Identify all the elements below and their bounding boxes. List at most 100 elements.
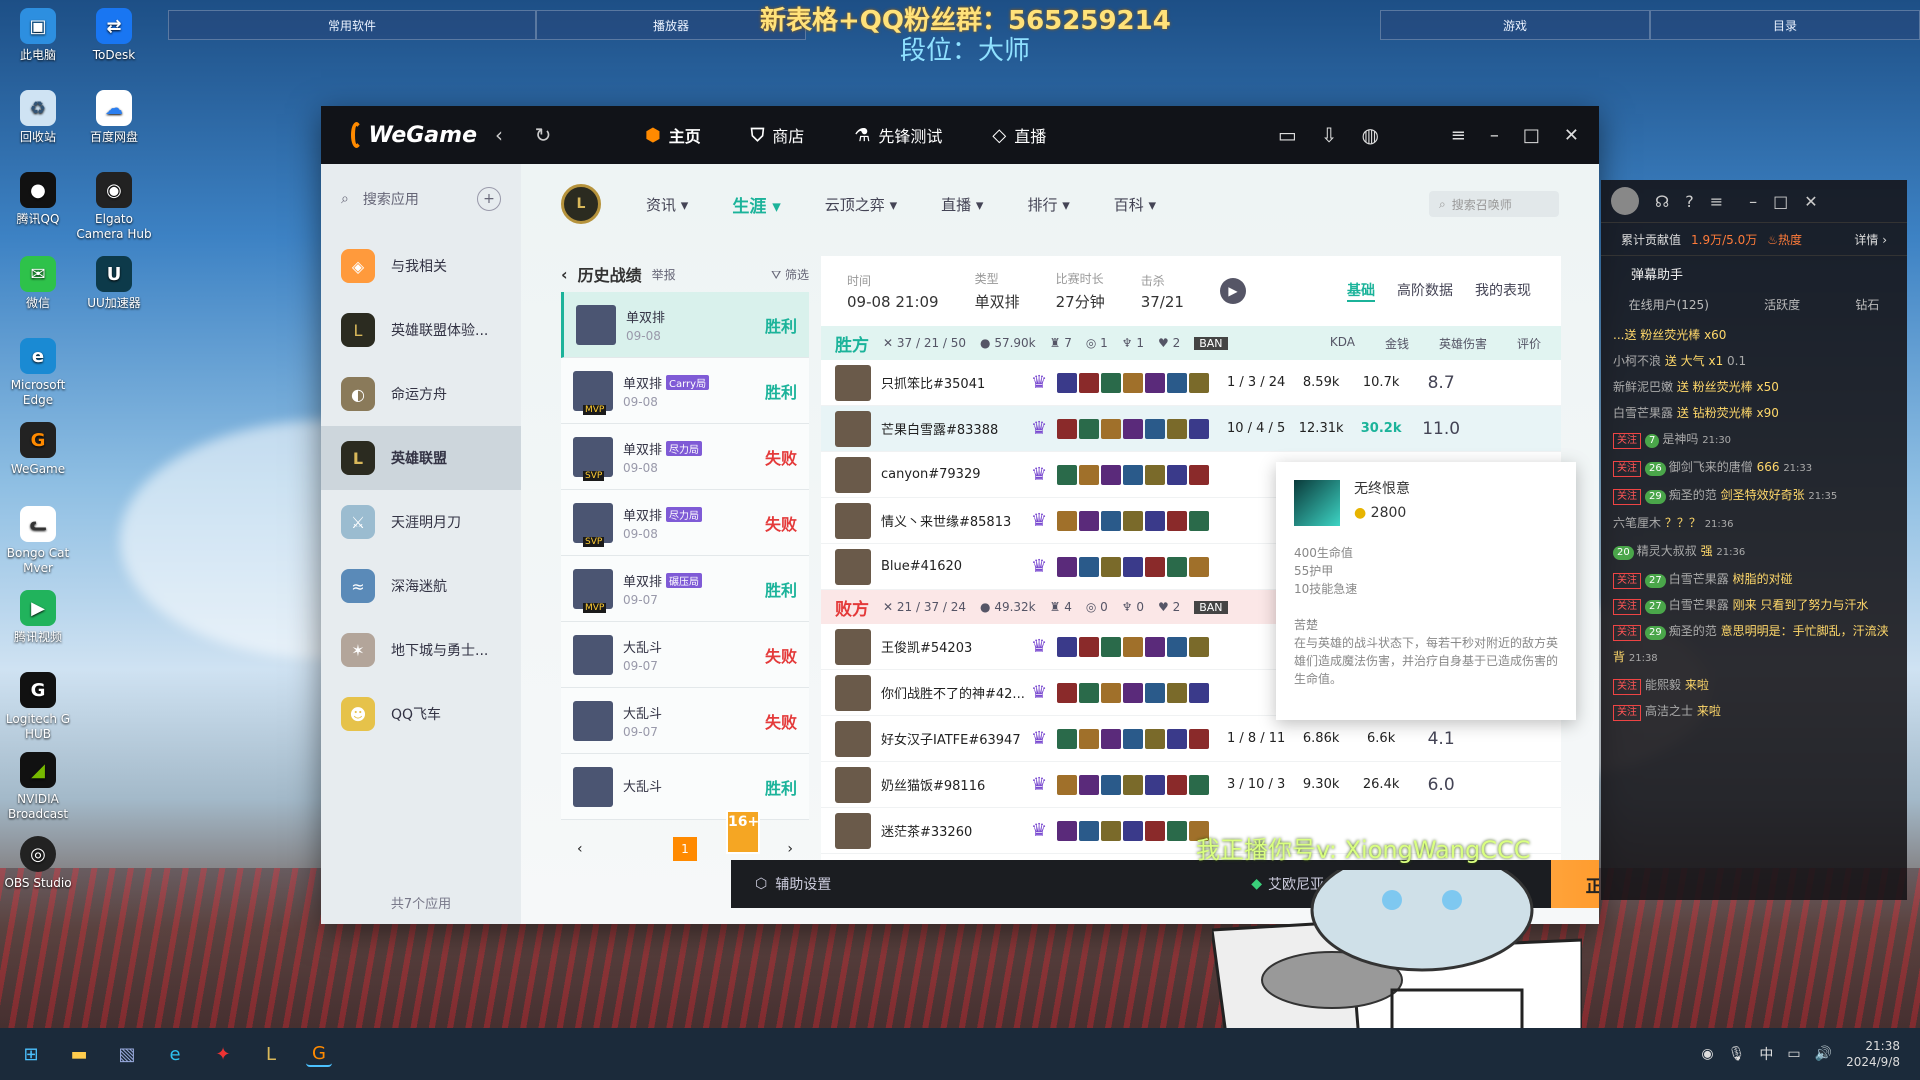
windows-start-icon[interactable]: ⊞ (18, 1041, 44, 1067)
item-slot-icon[interactable] (1189, 510, 1210, 531)
item-slot-icon[interactable] (1167, 820, 1188, 841)
item-slot-icon[interactable] (1057, 418, 1078, 439)
item-slot-icon[interactable] (1101, 372, 1122, 393)
item-slot-icon[interactable] (1189, 636, 1210, 657)
item-slot-icon[interactable] (1079, 682, 1100, 703)
menu-icon[interactable]: ≡ (1451, 125, 1466, 146)
item-slot-icon[interactable] (1101, 556, 1122, 577)
tab-activity[interactable]: 活跃度 (1764, 296, 1800, 313)
item-slot-icon[interactable] (1057, 464, 1078, 485)
item-slot-icon[interactable] (1057, 636, 1078, 657)
item-slot-icon[interactable] (1189, 728, 1210, 749)
player-row[interactable]: 只抓笨比#35041 ♛ 1 / 3 / 24 8.59k 10.7k 8.7 (821, 360, 1561, 406)
desktop-icon-qq[interactable]: ● 腾讯QQ (0, 172, 78, 227)
sidebar-item-lol[interactable]: L 英雄联盟 (321, 426, 521, 490)
tab-online-users[interactable]: 在线用户(125) (1629, 296, 1709, 313)
sidebar-item-lost-ark[interactable]: ◐ 命运方舟 (321, 362, 521, 426)
sidebar-search[interactable]: ⌕ 搜索应用 + (321, 164, 521, 234)
topbar-common-software[interactable]: 常用软件 (168, 10, 536, 40)
lol-icon[interactable]: L (258, 1041, 284, 1067)
item-slot-icon[interactable] (1079, 820, 1100, 841)
desktop-icon-uu[interactable]: U UU加速器 (74, 256, 154, 311)
download-icon[interactable]: ⇩ (1321, 123, 1338, 147)
menu-icon[interactable]: ≡ (1710, 192, 1723, 211)
item-slot-icon[interactable] (1189, 774, 1210, 795)
champion-avatar[interactable] (835, 502, 871, 539)
nav-store[interactable]: ⛉ 商店 (751, 123, 805, 147)
player-name[interactable]: 王俊凯#54203 (881, 637, 1031, 656)
item-slot-icon[interactable] (1145, 774, 1166, 795)
champion-avatar[interactable] (835, 456, 871, 493)
match-history-row[interactable]: SVP 单双排 尽力局 09-08 失败 (561, 424, 809, 490)
item-slot-icon[interactable] (1189, 464, 1210, 485)
app-icon[interactable]: ✦ (210, 1041, 236, 1067)
item-slot-icon[interactable] (1189, 682, 1210, 703)
champion-avatar[interactable] (835, 364, 871, 401)
item-slot-icon[interactable] (1079, 556, 1100, 577)
desktop-icon-bongo-cat[interactable]: ᓚ Bongo Cat Mver (0, 506, 78, 576)
search-input[interactable]: 搜索应用 (363, 189, 419, 209)
player-row[interactable]: 芒果白雪露#83388 ♛ 10 / 4 / 5 12.31k 30.2k 11… (821, 406, 1561, 452)
item-slot-icon[interactable] (1167, 556, 1188, 577)
item-slot-icon[interactable] (1079, 372, 1100, 393)
clock[interactable]: 21:38 2024/9/8 (1846, 1038, 1900, 1070)
tab-ranking[interactable]: 排行 ▾ (1027, 194, 1069, 215)
item-slot-icon[interactable] (1101, 728, 1122, 749)
champion-avatar[interactable] (835, 410, 871, 447)
champion-avatar[interactable] (835, 720, 871, 757)
back-icon[interactable]: ‹ (477, 123, 521, 147)
match-history-row[interactable]: 单双排 09-08 胜利 (561, 292, 809, 358)
close-icon[interactable]: ✕ (1804, 192, 1817, 211)
champion-avatar[interactable] (835, 812, 871, 849)
item-slot-icon[interactable] (1079, 464, 1100, 485)
player-name[interactable]: 只抓笨比#35041 (881, 373, 1031, 392)
item-slot-icon[interactable] (1079, 728, 1100, 749)
sidebar-item-moonlight-blade[interactable]: ⚔ 天涯明月刀 (321, 490, 521, 554)
champion-avatar[interactable] (835, 766, 871, 803)
item-slot-icon[interactable] (1057, 728, 1078, 749)
edge-browser-icon[interactable]: e (162, 1041, 188, 1067)
player-name[interactable]: Blue#41620 (881, 559, 1031, 574)
item-slot-icon[interactable] (1123, 636, 1144, 657)
close-icon[interactable]: ✕ (1564, 125, 1579, 146)
item-slot-icon[interactable] (1101, 510, 1122, 531)
player-name[interactable]: 情义丶来世缘#85813 (881, 511, 1031, 530)
player-name[interactable]: 你们战胜不了的神#42... (881, 683, 1031, 702)
champion-avatar[interactable] (835, 674, 871, 711)
ban-button[interactable]: BAN (1194, 600, 1228, 614)
desktop-icon-wegame[interactable]: G WeGame (0, 422, 78, 477)
champion-avatar[interactable] (835, 628, 871, 665)
minimize-icon[interactable]: – (1749, 192, 1757, 211)
item-slot-icon[interactable] (1123, 820, 1144, 841)
microphone-icon[interactable]: 🎙 (1728, 1046, 1746, 1062)
sidebar-item-qq-speed[interactable]: ☻ QQ飞车 (321, 682, 521, 746)
file-explorer-icon[interactable]: ▬ (66, 1041, 92, 1067)
item-slot-icon[interactable] (1123, 682, 1144, 703)
desktop-icon-logitech[interactable]: G Logitech G HUB (0, 672, 78, 742)
item-slot-icon[interactable] (1123, 464, 1144, 485)
headset-icon[interactable]: ☊ (1655, 192, 1669, 211)
folder-icon[interactable]: ▭ (1278, 123, 1297, 147)
minimize-icon[interactable]: – (1490, 125, 1499, 146)
tab-wiki[interactable]: 百科 ▾ (1114, 194, 1156, 215)
tab-advanced[interactable]: 高阶数据 (1397, 280, 1453, 302)
next-page-icon[interactable]: › (787, 841, 793, 857)
player-name[interactable]: 迷茫茶#33260 (881, 821, 1031, 840)
desktop-icon-nvidia[interactable]: ◢ NVIDIA Broadcast (0, 752, 78, 822)
desktop-icon-elgato[interactable]: ◉ Elgato Camera Hub (74, 172, 154, 242)
item-slot-icon[interactable] (1189, 372, 1210, 393)
item-slot-icon[interactable] (1101, 682, 1122, 703)
player-row[interactable]: 好女汉子IATFE#63947 ♛ 1 / 8 / 11 6.86k 6.6k … (821, 716, 1561, 762)
desktop-icon-wechat[interactable]: ✉ 微信 (0, 256, 78, 311)
item-slot-icon[interactable] (1057, 510, 1078, 531)
filter-button[interactable]: ⛛ 筛选 (771, 266, 809, 283)
tab-my-performance[interactable]: 我的表现 (1475, 280, 1531, 302)
prev-page-icon[interactable]: ‹ (577, 841, 583, 857)
item-slot-icon[interactable] (1167, 636, 1188, 657)
item-slot-icon[interactable] (1145, 820, 1166, 841)
item-slot-icon[interactable] (1123, 372, 1144, 393)
ban-button[interactable]: BAN (1194, 336, 1228, 350)
item-slot-icon[interactable] (1167, 464, 1188, 485)
item-slot-icon[interactable] (1057, 372, 1078, 393)
item-slot-icon[interactable] (1079, 418, 1100, 439)
